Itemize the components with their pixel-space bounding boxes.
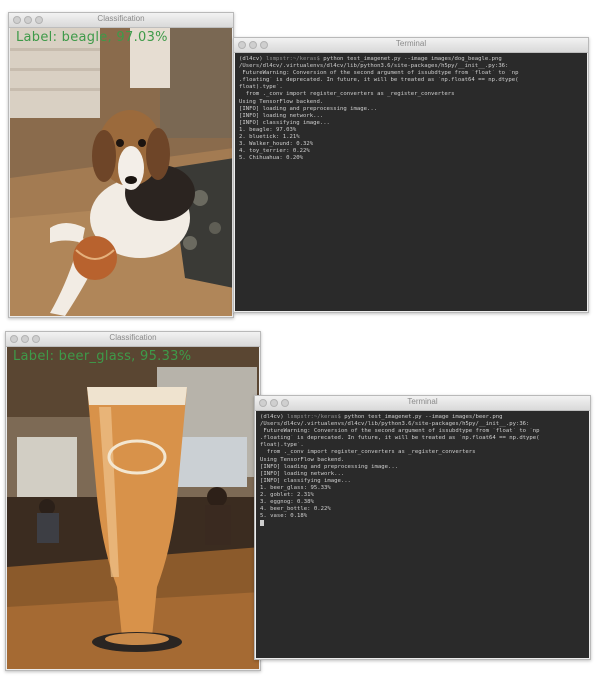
output-line: Using TensorFlow backend.	[239, 98, 324, 105]
output-line: float).type`.	[239, 84, 283, 91]
title-bar[interactable]: Classification	[6, 332, 260, 347]
output-line: 1. beagle: 97.03%	[239, 126, 297, 133]
output-line: .floating` is deprecated. In future, it …	[239, 77, 519, 84]
command-text: python test_imagenet.py --image images/b…	[344, 414, 503, 420]
output-line: from ._conv import register_converters a…	[239, 91, 455, 98]
output-line: Using TensorFlow backend.	[260, 456, 345, 463]
output-line: [INFO] loading network...	[239, 112, 324, 119]
output-line: 4. toy_terrier: 0.22%	[239, 148, 310, 155]
output-line: 1. beer_glass: 95.33%	[260, 484, 331, 491]
classification-label: Label: beer_glass, 95.33%	[13, 349, 192, 364]
command-text: python test_imagenet.py --image images/d…	[323, 56, 502, 62]
output-line: float).type`.	[260, 442, 304, 449]
terminal-output[interactable]: (dl4cv) lsmpstr:~/keras$ python test_ima…	[256, 411, 589, 658]
output-line: [INFO] classifying image...	[239, 119, 330, 126]
output-line: 2. bluetick: 1.21%	[239, 134, 300, 141]
output-line: FutureWarning: Conversion of the second …	[260, 428, 540, 435]
output-line: .floating` is deprecated. In future, it …	[260, 435, 540, 442]
output-line: [INFO] loading and preprocessing image..…	[239, 105, 378, 112]
window-title: Classification	[97, 14, 145, 23]
output-line: 4. beer_bottle: 0.22%	[260, 506, 331, 513]
terminal-window-bottom[interactable]: Terminal (dl4cv) lsmpstr:~/keras$ python…	[254, 395, 591, 660]
cursor-line	[260, 520, 585, 528]
prompt-user: lsmpstr:~/keras$	[286, 414, 341, 420]
beer-photo: Label: beer_glass, 95.33%	[7, 347, 259, 669]
terminal-output[interactable]: (dl4cv) lsmpstr:~/keras$ python test_ima…	[235, 53, 587, 311]
output-line: 5. vase: 0.18%	[260, 513, 308, 520]
prompt-env: (dl4cv)	[239, 56, 263, 62]
output-line: from ._conv import register_converters a…	[260, 449, 476, 456]
prompt-env: (dl4cv)	[260, 414, 284, 420]
dog-image	[10, 28, 232, 316]
beer-image	[7, 347, 259, 669]
prompt-user: lsmpstr:~/keras$	[265, 56, 320, 62]
dog-photo: Label: beagle, 97.03%	[10, 28, 232, 316]
command-line: (dl4cv) lsmpstr:~/keras$ python test_ima…	[260, 414, 585, 421]
terminal-cursor	[260, 520, 264, 527]
output-line: 3. eggnog: 0.38%	[260, 499, 314, 506]
title-bar[interactable]: Terminal	[255, 396, 590, 411]
classification-window-top[interactable]: Classification Label: beagle, 97.03%	[8, 12, 234, 318]
command-line: (dl4cv) lsmpstr:~/keras$ python test_ima…	[239, 56, 583, 63]
output-line: /Users/dl4cv/.virtualenvs/dl4cv/lib/pyth…	[239, 63, 509, 70]
output-line: [INFO] loading network...	[260, 470, 345, 477]
output-line: 5. Chihuahua: 0.20%	[239, 155, 303, 162]
output-line: [INFO] classifying image...	[260, 477, 351, 484]
classification-window-bottom[interactable]: Classification Label: beer_glass, 95.33%	[5, 331, 261, 671]
output-line: /Users/dl4cv/.virtualenvs/dl4cv/lib/pyth…	[260, 421, 530, 428]
output-line: [INFO] loading and preprocessing image..…	[260, 463, 399, 470]
output-line: 3. Walker_hound: 0.32%	[239, 141, 314, 148]
title-bar[interactable]: Classification	[9, 13, 233, 28]
window-title: Terminal	[395, 39, 427, 48]
output-line: 2. goblet: 2.31%	[260, 492, 314, 499]
window-title: Classification	[109, 333, 157, 342]
classification-label: Label: beagle, 97.03%	[16, 30, 168, 45]
output-line: FutureWarning: Conversion of the second …	[239, 70, 519, 77]
terminal-window-top[interactable]: Terminal (dl4cv) lsmpstr:~/keras$ python…	[233, 37, 589, 313]
title-bar[interactable]: Terminal	[234, 38, 588, 53]
window-title: Terminal	[407, 397, 438, 406]
